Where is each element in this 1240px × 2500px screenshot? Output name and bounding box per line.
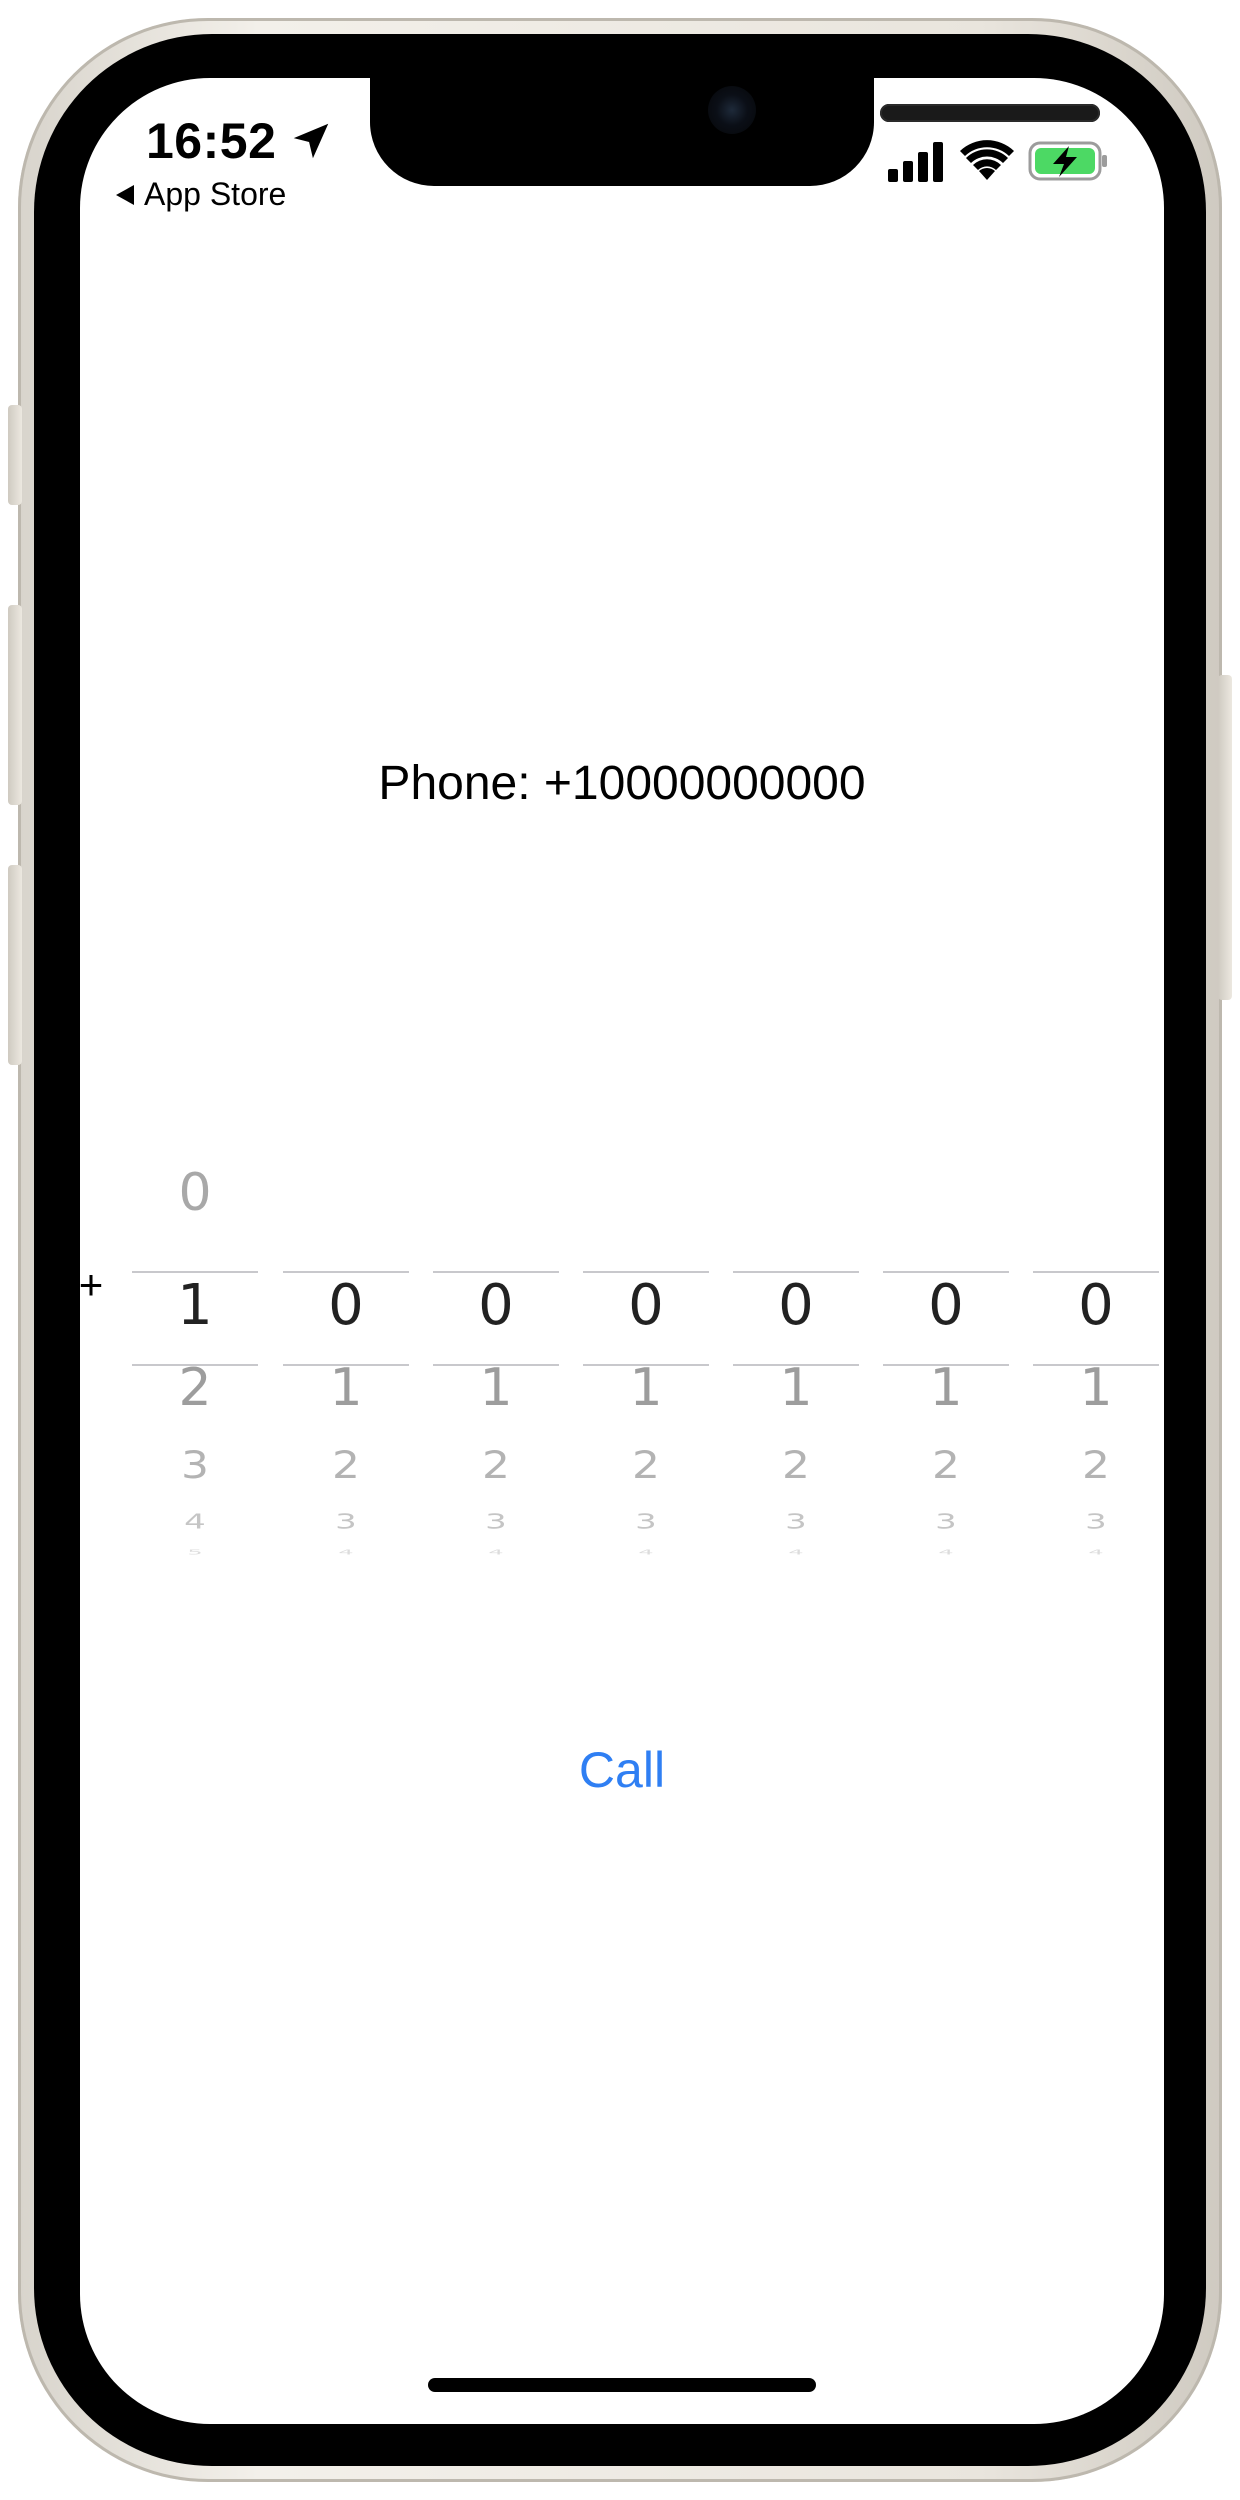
picker-option-below[interactable]: 4 [132, 1510, 258, 1534]
picker-option-below[interactable]: 2 [883, 1444, 1009, 1487]
wifi-icon [960, 140, 1014, 180]
home-indicator[interactable] [428, 2378, 816, 2392]
picker-option-below[interactable]: 3 [733, 1510, 859, 1534]
picker-selected-digit[interactable]: 0 [283, 1273, 409, 1338]
picker-option-below[interactable]: 3 [283, 1510, 409, 1534]
country-plus-label: + [80, 1261, 104, 1308]
picker-selected-digit[interactable]: 0 [583, 1273, 709, 1338]
picker-selected-digit[interactable]: 0 [1033, 1273, 1159, 1338]
picker-option-below[interactable]: 3 [883, 1510, 1009, 1534]
picker-option-below[interactable]: 1 [733, 1358, 859, 1418]
picker-option-below[interactable]: 3 [1033, 1510, 1159, 1534]
picker-option-below[interactable]: 1 [583, 1358, 709, 1418]
earpiece-speaker [880, 104, 1100, 122]
front-camera [708, 86, 756, 134]
silent-switch [8, 405, 22, 505]
cellular-signal-icon [888, 142, 943, 182]
picker-option-below[interactable]: 2 [433, 1444, 559, 1487]
back-to-app-store-link[interactable]: App Store [116, 176, 286, 213]
volume-down-button [8, 865, 22, 1065]
picker-option-below[interactable]: 2 [583, 1444, 709, 1487]
picker-option-below[interactable]: 4 [283, 1548, 409, 1556]
picker-option-below[interactable]: 5 [132, 1548, 258, 1556]
status-icons [888, 136, 1128, 186]
location-arrow-icon [293, 123, 329, 159]
picker-option-below[interactable]: 2 [733, 1444, 859, 1487]
back-triangle-icon [116, 184, 134, 205]
picker-wheel-7[interactable]: 0 1 2 3 4 [1033, 1158, 1159, 1618]
picker-option-below[interactable]: 1 [433, 1358, 559, 1418]
notch [370, 78, 1100, 186]
picker-option-below[interactable]: 2 [132, 1358, 258, 1418]
picker-option-below[interactable]: 4 [733, 1548, 859, 1556]
picker-option-below[interactable]: 3 [433, 1510, 559, 1534]
picker-selected-digit[interactable]: 0 [433, 1273, 559, 1338]
picker-option-below[interactable]: 3 [132, 1444, 258, 1487]
picker-wheel-2[interactable]: 0 1 2 3 4 [283, 1158, 409, 1618]
power-button [1218, 675, 1232, 1000]
picker-wheel-5[interactable]: 0 1 2 3 4 [733, 1158, 859, 1618]
picker-option-below[interactable]: 2 [283, 1444, 409, 1487]
picker-option-below[interactable]: 4 [1033, 1548, 1159, 1556]
status-time: 16:52 [146, 113, 277, 169]
battery-charging-icon [1028, 141, 1107, 181]
back-link-label: App Store [144, 176, 287, 212]
volume-up-button [8, 605, 22, 805]
picker-option-below[interactable]: 3 [583, 1510, 709, 1534]
picker-option-below[interactable]: 1 [883, 1358, 1009, 1418]
picker-option-below[interactable]: 4 [433, 1548, 559, 1556]
picker-option-above[interactable]: 0 [132, 1163, 258, 1223]
picker-option-below[interactable]: 1 [1033, 1358, 1159, 1418]
picker-wheel-4[interactable]: 0 1 2 3 4 [583, 1158, 709, 1618]
picker-wheel-3[interactable]: 0 1 2 3 4 [433, 1158, 559, 1618]
picker-option-below[interactable]: 4 [583, 1548, 709, 1556]
picker-option-below[interactable]: 4 [883, 1548, 1009, 1556]
picker-wheel-6[interactable]: 0 1 2 3 4 [883, 1158, 1009, 1618]
picker-selected-digit[interactable]: 0 [733, 1273, 859, 1338]
picker-selected-digit[interactable]: 1 [132, 1273, 258, 1338]
call-button[interactable]: Call [80, 1741, 1164, 1799]
screen: 16:52 App Store Phone: +10000000000 + 01… [80, 78, 1164, 2424]
picker-option-below[interactable]: 2 [1033, 1444, 1159, 1487]
picker-selected-digit[interactable]: 0 [883, 1273, 1009, 1338]
picker-wheel-1[interactable]: 0 1 2 3 4 5 [132, 1158, 258, 1618]
picker-option-below[interactable]: 1 [283, 1358, 409, 1418]
phone-number-label: Phone: +10000000000 [378, 757, 866, 810]
